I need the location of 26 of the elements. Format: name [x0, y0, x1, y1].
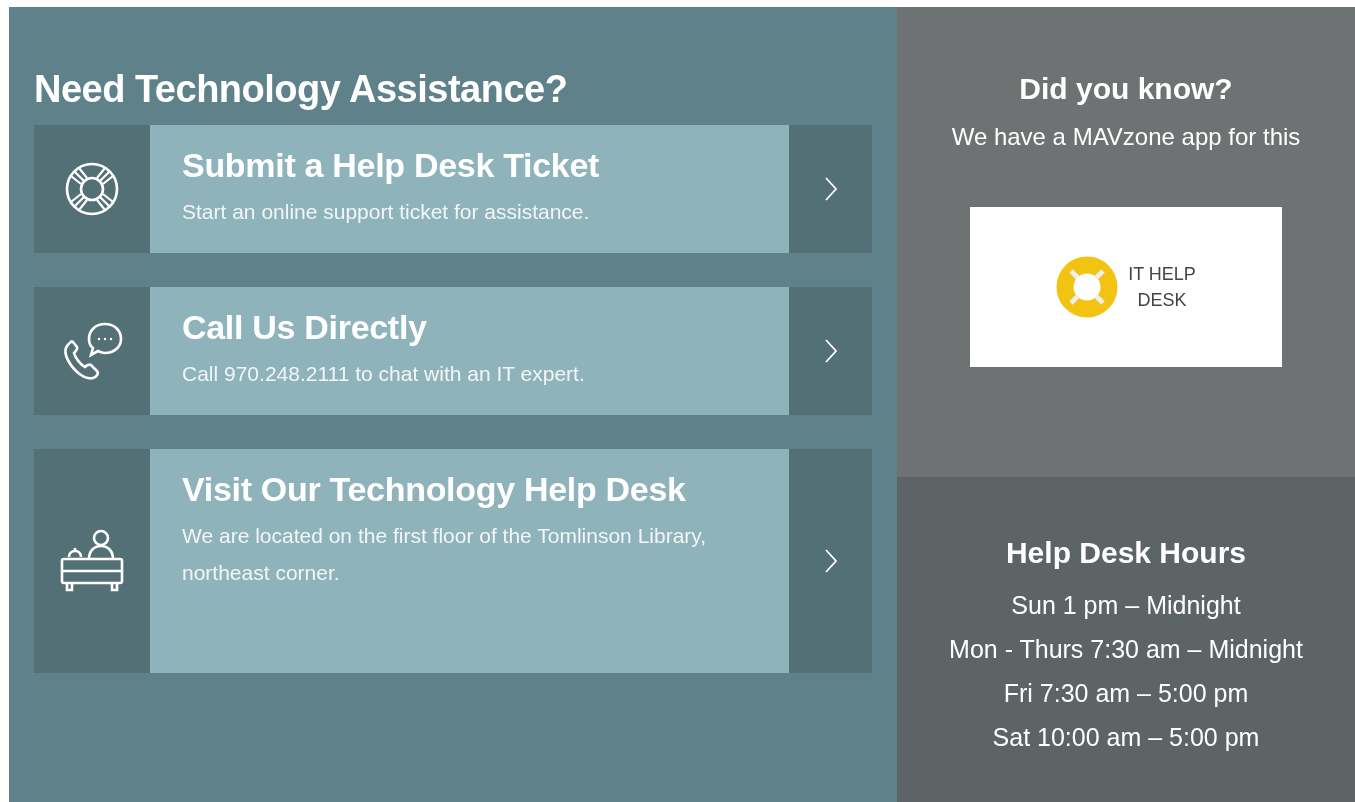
card-description: We are located on the first floor of the Tomlinson Library, northeast corner.: [182, 523, 708, 586]
card-title: Submit a Help Desk Ticket: [182, 145, 601, 186]
card-description: Call 970.248.2111 to chat with an IT expert.: [182, 361, 586, 387]
hours-line: Sun 1 pm – Midnight: [1011, 590, 1241, 621]
lifebuoy-logo-icon: [1056, 256, 1119, 318]
card-title: Call Us Directly: [182, 307, 428, 348]
chevron-right-icon: [824, 177, 837, 201]
help-card[interactable]: Submit a Help Desk Ticket Start an online support ticket for assistance.: [34, 125, 872, 253]
hours-line: Sat 10:00 am – 5:00 pm: [992, 722, 1260, 753]
chevron-right-icon: [824, 339, 837, 363]
section-heading: Need Technology Assistance?: [34, 67, 569, 112]
chevron-right-icon: [824, 549, 837, 573]
hours-line: Fri 7:30 am – 5:00 pm: [1003, 678, 1249, 709]
panel-title: Help Desk Hours: [1005, 535, 1247, 571]
panel-text: We have a MAVzone app for this: [951, 122, 1301, 152]
help-card[interactable]: Call Us Directly Call 970.248.2111 to chat with an IT expert.: [34, 287, 872, 415]
logo-text: IT HELP: [1128, 263, 1196, 286]
logo-text: DESK: [1137, 289, 1187, 312]
panel-title: Did you know?: [1019, 71, 1233, 107]
help-card[interactable]: Visit Our Technology Help Desk We are located on the first floor of the Tomlinson Library, northeast corner.: [34, 449, 872, 673]
card-description: Start an online support ticket for assistance.: [182, 199, 591, 225]
hours-line: Mon - Thurs 7:30 am – Midnight: [949, 634, 1303, 665]
desk-clerk-icon: [59, 529, 125, 593]
app-logo-card[interactable]: IT HELP DESK: [970, 207, 1282, 367]
lifebuoy-icon: [65, 162, 119, 216]
card-title: Visit Our Technology Help Desk: [182, 469, 687, 510]
